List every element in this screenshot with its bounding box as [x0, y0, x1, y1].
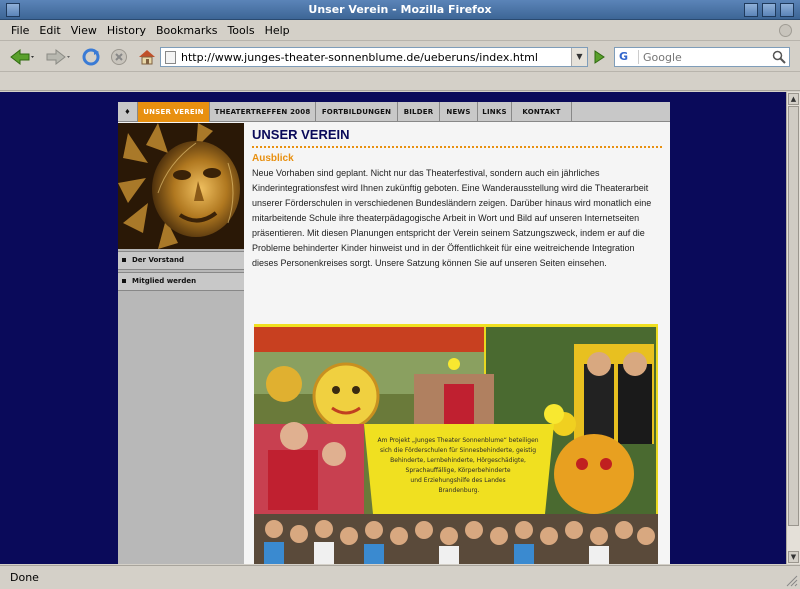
forward-button[interactable] [44, 47, 72, 67]
url-input[interactable] [181, 50, 561, 64]
menu-bar: File Edit View History Bookmarks Tools Help [0, 21, 800, 41]
back-arrow-icon [10, 48, 34, 66]
back-button[interactable] [8, 47, 36, 67]
sidebar: Der Vorstand Mitglied werden [118, 123, 244, 564]
stop-button[interactable] [108, 47, 130, 67]
sidebar-item-mitglied[interactable]: Mitglied werden [118, 272, 244, 291]
page-title: UNSER VEREIN [252, 127, 350, 142]
stop-icon [111, 49, 127, 65]
collage-photo: Am Projekt „Junges Theater Sonnenblume“ … [254, 324, 658, 564]
bookmarks-toolbar [0, 73, 800, 91]
menu-edit[interactable]: Edit [34, 21, 65, 40]
sidebar-item-vorstand[interactable]: Der Vorstand [118, 251, 244, 270]
scroll-down-arrow-icon[interactable]: ▼ [788, 551, 799, 563]
window-title: Unser Verein - Mozilla Firefox [308, 3, 492, 16]
navigation-toolbar: ▼ G [0, 42, 800, 72]
page-icon [165, 51, 176, 64]
photo-caption-line: sich die Förderschulen für Sinnesbehinde… [380, 447, 536, 454]
home-button[interactable] [136, 47, 158, 67]
nav-links[interactable]: LINKS [478, 102, 512, 122]
photo-caption-line: und Erziehungshilfe des Landes [410, 477, 505, 484]
menu-help[interactable]: Help [260, 21, 295, 40]
nav-theatertreffen[interactable]: THEATERTREFFEN 2008 [210, 102, 316, 122]
throbber-icon [779, 24, 792, 37]
reload-button[interactable] [80, 47, 102, 67]
maximize-button[interactable] [762, 3, 776, 17]
nav-unser-verein[interactable]: UNSER VEREIN [138, 102, 210, 122]
bullet-icon [122, 279, 126, 283]
close-button[interactable] [780, 3, 794, 17]
bullet-icon [122, 258, 126, 262]
photo-caption-line: Am Projekt „Junges Theater Sonnenblume“ … [377, 437, 538, 444]
section-heading: Ausblick [252, 153, 294, 164]
menu-history[interactable]: History [102, 21, 151, 40]
minimize-button[interactable] [744, 3, 758, 17]
main-content: UNSER VEREIN Ausblick Neue Vorhaben sind… [252, 123, 662, 271]
nav-home-diamond[interactable]: ♦ [118, 102, 138, 122]
search-engine-icon[interactable]: G [617, 50, 639, 64]
nav-bilder[interactable]: BILDER [398, 102, 440, 122]
resize-grip-icon[interactable] [786, 575, 798, 587]
url-dropdown-button[interactable]: ▼ [571, 48, 587, 66]
reload-icon [82, 48, 100, 66]
search-input[interactable] [643, 50, 763, 64]
forward-arrow-icon [46, 48, 70, 66]
nav-fortbildungen[interactable]: FORTBILDUNGEN [316, 102, 398, 122]
menu-view[interactable]: View [66, 21, 102, 40]
menu-file[interactable]: File [6, 21, 34, 40]
web-page: ♦ UNSER VEREIN THEATERTREFFEN 2008 FORTB… [118, 102, 670, 564]
content-viewport: ♦ UNSER VEREIN THEATERTREFFEN 2008 FORTB… [0, 92, 786, 564]
scroll-up-arrow-icon[interactable]: ▲ [788, 93, 799, 105]
menu-bookmarks[interactable]: Bookmarks [151, 21, 222, 40]
sidebar-item-label: Der Vorstand [132, 256, 184, 264]
photo-caption-line: Behinderte, Lernbehinderte, Hörgeschädig… [390, 457, 526, 464]
sun-mask-image [118, 123, 244, 249]
site-nav: ♦ UNSER VEREIN THEATERTREFFEN 2008 FORTB… [118, 102, 670, 122]
go-arrow-icon [594, 50, 605, 64]
menu-tools[interactable]: Tools [222, 21, 259, 40]
go-button[interactable] [592, 49, 606, 65]
nav-kontakt[interactable]: KONTAKT [512, 102, 572, 122]
search-icon[interactable] [771, 49, 787, 65]
search-bar[interactable]: G [614, 47, 790, 67]
window-titlebar: Unser Verein - Mozilla Firefox [0, 0, 800, 20]
photo-caption-line: Brandenburg. [438, 487, 479, 494]
status-text: Done [10, 571, 39, 584]
scrollbar-thumb[interactable] [788, 106, 799, 526]
url-bar[interactable]: ▼ [160, 47, 588, 67]
sidebar-item-label: Mitglied werden [132, 277, 197, 285]
nav-news[interactable]: NEWS [440, 102, 478, 122]
dotted-divider [252, 146, 662, 148]
vertical-scrollbar[interactable]: ▲ ▼ [786, 92, 800, 564]
status-bar: Done [0, 565, 800, 589]
home-icon [139, 50, 155, 65]
photo-caption-line: Sprachauffällige, Körperbehinderte [406, 467, 511, 474]
section-paragraph: Neue Vorhaben sind geplant. Nicht nur da… [252, 168, 652, 268]
